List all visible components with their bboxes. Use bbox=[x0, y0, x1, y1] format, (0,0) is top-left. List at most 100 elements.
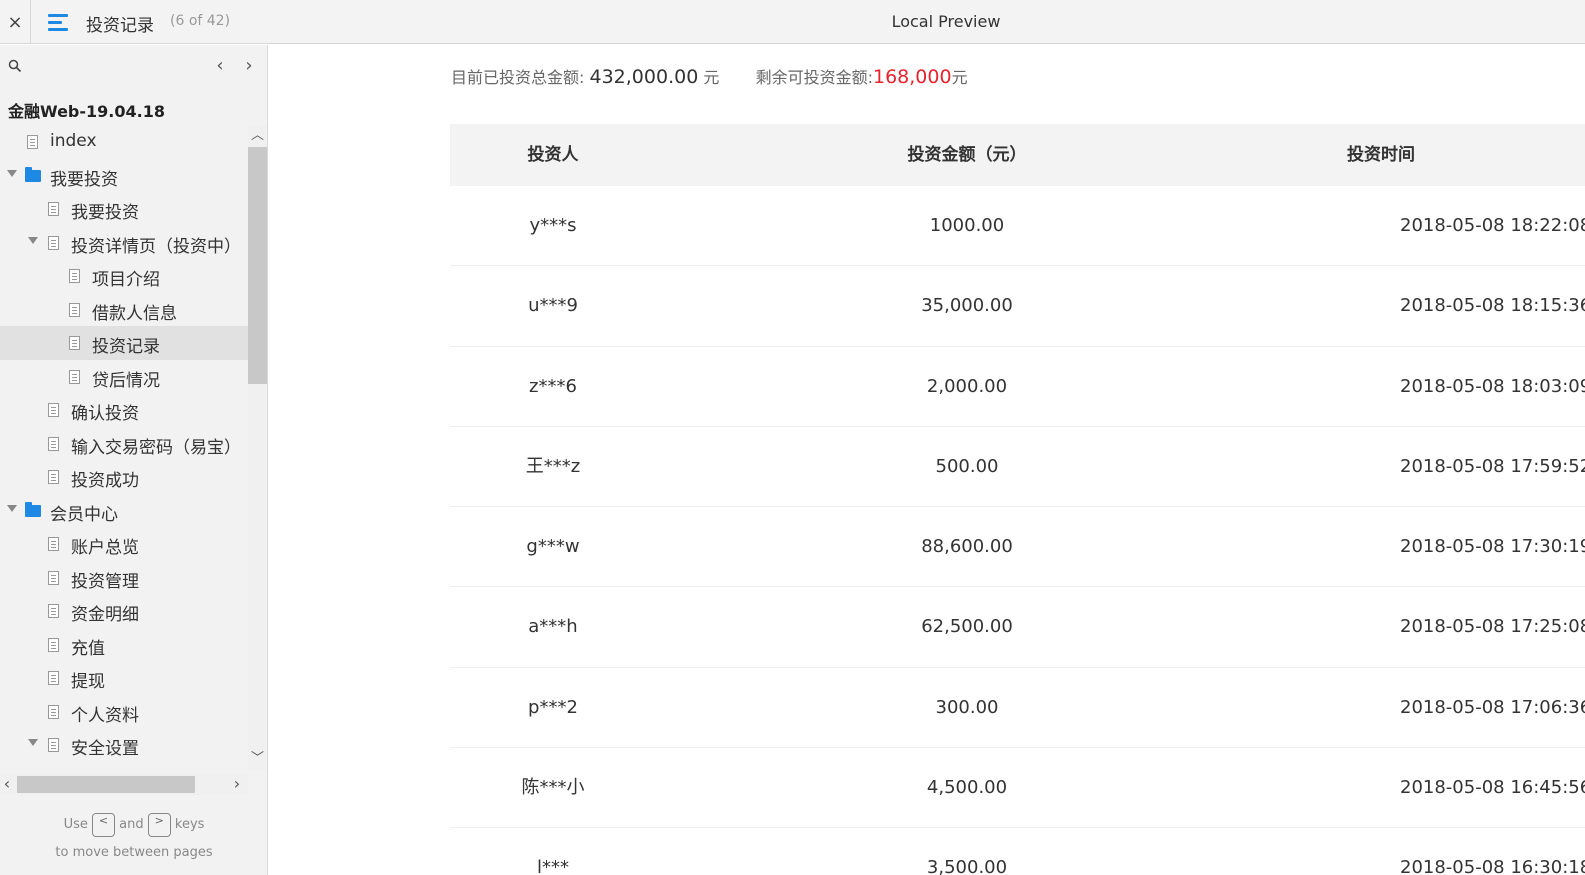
amount-cell: 300.00 bbox=[935, 696, 999, 718]
investor-cell: u***9 bbox=[528, 295, 578, 317]
caret-down-icon[interactable] bbox=[7, 504, 17, 512]
page-icon bbox=[48, 637, 59, 652]
sidebar-item[interactable]: 安全设置 bbox=[0, 728, 248, 762]
vertical-scrollbar[interactable]: ︿ ﹀ bbox=[248, 125, 267, 770]
sidebar-item-label: 输入交易密码（易宝） bbox=[71, 437, 241, 458]
amount-cell: 35,000.00 bbox=[921, 295, 1013, 317]
sidebar-item[interactable]: 确认投资 bbox=[0, 393, 248, 427]
table-row: g***w 88,600.00 2018-05-08 17:30:19 bbox=[450, 507, 1585, 588]
scroll-up-icon[interactable]: ︿ bbox=[251, 129, 264, 143]
sidebar-item-label: 账户总览 bbox=[71, 538, 139, 558]
invested-amount: 432,000.00 bbox=[589, 66, 699, 88]
caret-down-icon[interactable] bbox=[28, 739, 38, 746]
page-icon bbox=[48, 604, 59, 618]
scroll-left-icon[interactable]: ‹ bbox=[0, 775, 14, 793]
sidebar-item[interactable]: index bbox=[0, 125, 248, 159]
table-header: 投资人 投资金额（元） 投资时间 bbox=[450, 124, 1585, 186]
sidebar-item[interactable]: 投资记录 bbox=[0, 326, 248, 360]
invested-unit: 元 bbox=[703, 68, 720, 87]
sidebar-item[interactable]: 贷后情况 bbox=[0, 360, 248, 394]
sidebar-item[interactable]: 提现 bbox=[0, 661, 248, 695]
table-body: y***s 1000.00 2018-05-08 18:22:08 u***9 35,0… bbox=[450, 186, 1585, 875]
project-title: 金融Web-19.04.18 bbox=[8, 102, 165, 121]
sidebar-item-label: 安全设置-银行存管账户 bbox=[92, 768, 248, 771]
page-icon bbox=[69, 302, 80, 317]
caret-down-icon[interactable] bbox=[28, 236, 38, 244]
sidebar-item[interactable]: 个人资料 bbox=[0, 695, 248, 729]
page-icon bbox=[69, 369, 80, 384]
search-icon[interactable] bbox=[8, 59, 22, 73]
investor-cell: g***w bbox=[526, 536, 580, 558]
investor-cell: p***2 bbox=[528, 696, 578, 718]
sidebar-item[interactable]: 投资成功 bbox=[0, 460, 248, 494]
sidebar-item[interactable]: 安全设置-银行存管账户 bbox=[0, 762, 248, 771]
page-icon bbox=[69, 269, 80, 283]
time-cell: 2018-05-08 18:22:08 bbox=[1400, 215, 1585, 236]
folder-icon bbox=[25, 501, 41, 517]
chevron-right-icon[interactable]: › bbox=[239, 55, 259, 77]
time-cell: 2018-05-08 17:25:08 bbox=[1400, 616, 1585, 638]
horizontal-scrollbar[interactable]: ‹ › bbox=[0, 773, 248, 795]
page-icon bbox=[48, 436, 59, 451]
amount-cell: 3,500.00 bbox=[926, 857, 1008, 875]
scroll-down-icon[interactable]: ﹀ bbox=[251, 752, 264, 766]
page-icon bbox=[48, 671, 59, 685]
sidebar-item[interactable]: 充值 bbox=[0, 628, 248, 662]
sidebar-item[interactable]: 投资管理 bbox=[0, 561, 248, 595]
time-cell: 2018-05-08 16:30:18 bbox=[1400, 857, 1585, 875]
sidebar-item-label: 贷后情况 bbox=[92, 370, 160, 391]
close-button[interactable]: × bbox=[0, 0, 31, 44]
remaining-label: 剩余可投资金额: bbox=[755, 68, 873, 87]
sidebar-item-label: 投资成功 bbox=[71, 471, 139, 491]
help-text: keys bbox=[174, 817, 205, 832]
time-cell: 2018-05-08 17:30:19 bbox=[1400, 536, 1585, 558]
sidebar-item-label: 提现 bbox=[71, 672, 105, 692]
caret-down-icon[interactable] bbox=[7, 169, 17, 177]
sidebar-item-label: 投资管理 bbox=[71, 571, 139, 592]
scrollbar-thumb[interactable] bbox=[248, 147, 267, 384]
sidebar-item[interactable]: 我要投资 bbox=[0, 159, 248, 193]
sidebar-item[interactable]: 输入交易密码（易宝） bbox=[0, 427, 248, 461]
table-row: a***h 62,500.00 2018-05-08 17:25:08 bbox=[450, 587, 1585, 668]
key-prev: < bbox=[92, 812, 115, 837]
sidebar-item[interactable]: 借款人信息 bbox=[0, 293, 248, 327]
investor-cell: a***h bbox=[528, 616, 578, 638]
page-count: (6 of 42) bbox=[170, 13, 231, 29]
page-icon bbox=[27, 135, 38, 149]
table-row: 王***z 500.00 2018-05-08 17:59:52 bbox=[450, 427, 1585, 508]
main-content: 目前已投资总金额: 432,000.00 元 剩余可投资金额:168,000元 … bbox=[269, 45, 1585, 875]
table-row: z***6 2,000.00 2018-05-08 18:03:09 bbox=[450, 347, 1585, 427]
sidebar-item-label: 投资详情页（投资中） bbox=[71, 236, 241, 257]
sidebar-item-label: 资金明细 bbox=[71, 605, 139, 625]
amount-cell: 500.00 bbox=[935, 455, 999, 477]
sidebar-item[interactable]: 项目介绍 bbox=[0, 259, 248, 293]
remaining-unit: 元 bbox=[951, 68, 968, 87]
sidebar-item-label: 项目介绍 bbox=[92, 270, 160, 290]
amount-cell: 1000.00 bbox=[929, 215, 1005, 236]
amount-cell: 62,500.00 bbox=[921, 616, 1013, 638]
page-icon bbox=[48, 202, 59, 216]
time-cell: 2018-05-08 18:03:09 bbox=[1400, 375, 1585, 397]
time-cell: 2018-05-08 16:45:56 bbox=[1400, 777, 1585, 799]
sidebar-item[interactable]: 账户总览 bbox=[0, 527, 248, 561]
search-row: ‹ › bbox=[0, 45, 267, 89]
table-row: u***9 35,000.00 2018-05-08 18:15:36 bbox=[450, 266, 1585, 347]
menu-icon[interactable] bbox=[46, 11, 70, 33]
investor-cell: l*** bbox=[536, 857, 569, 875]
scrollbar-thumb[interactable] bbox=[17, 776, 195, 793]
sidebar-item[interactable]: 会员中心 bbox=[0, 494, 248, 528]
column-header-investor: 投资人 bbox=[527, 145, 579, 165]
sidebar-item-label: 充值 bbox=[71, 638, 105, 659]
table-row: y***s 1000.00 2018-05-08 18:22:08 bbox=[450, 186, 1585, 267]
sidebar-item[interactable]: 我要投资 bbox=[0, 192, 248, 226]
scroll-right-icon[interactable]: › bbox=[230, 775, 244, 793]
page-icon bbox=[69, 336, 80, 350]
page-icon bbox=[48, 235, 59, 250]
chevron-left-icon[interactable]: ‹ bbox=[210, 55, 230, 77]
amount-cell: 88,600.00 bbox=[921, 536, 1013, 558]
investor-cell: 王***z bbox=[525, 455, 581, 477]
sidebar-item[interactable]: 投资详情页（投资中） bbox=[0, 226, 248, 260]
page-icon bbox=[48, 470, 59, 484]
page-icon bbox=[48, 738, 59, 752]
sidebar-item[interactable]: 资金明细 bbox=[0, 594, 248, 628]
